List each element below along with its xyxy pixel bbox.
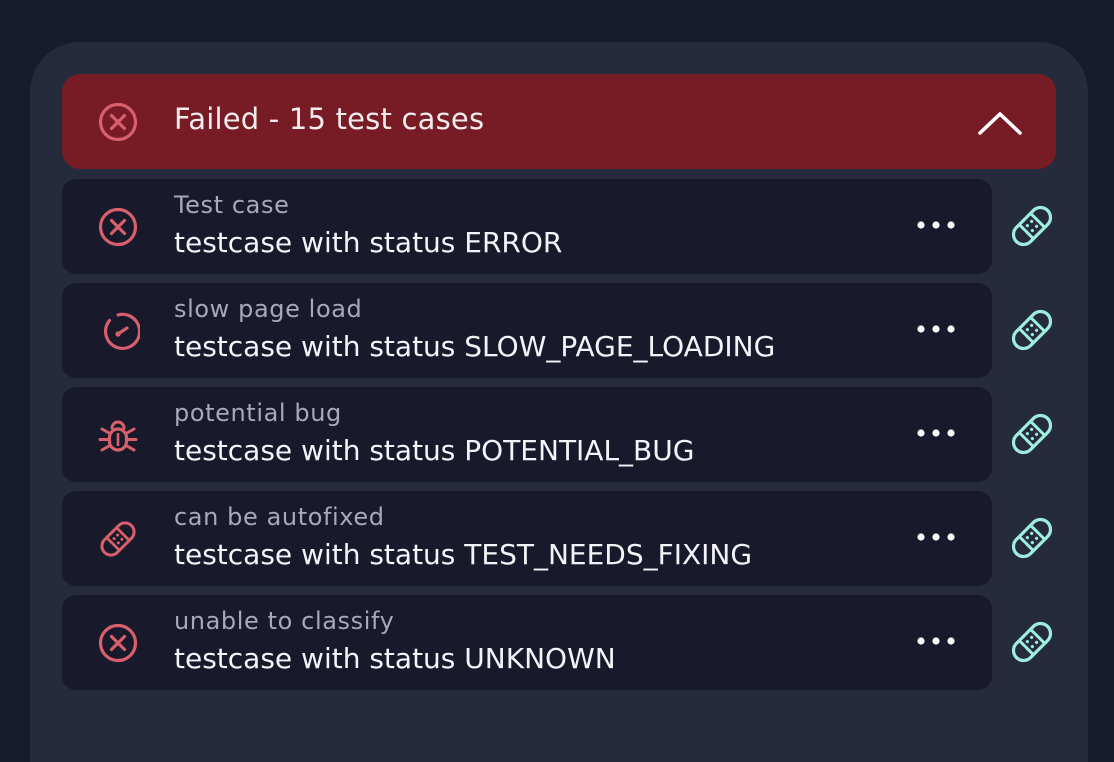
testcase-title: testcase with status UNKNOWN [174, 642, 616, 675]
testcase-title: testcase with status POTENTIAL_BUG [174, 434, 695, 467]
more-horizontal-icon[interactable] [912, 521, 960, 553]
testcase-title: testcase with status ERROR [174, 226, 563, 259]
testcase-row-error[interactable]: Test case testcase with status ERROR [62, 179, 992, 274]
testcase-title: testcase with status TEST_NEEDS_FIXING [174, 538, 753, 571]
testcase-category: potential bug [174, 399, 342, 427]
more-horizontal-icon[interactable] [912, 209, 960, 241]
chevron-up-icon[interactable] [974, 102, 1026, 142]
testcase-row-unknown[interactable]: unable to classify testcase with status … [62, 595, 992, 690]
bug-icon [98, 420, 138, 452]
testcase-category: slow page load [174, 295, 363, 323]
group-title: Failed - 15 test cases [174, 102, 485, 136]
testcase-row-potential-bug[interactable]: potential bug testcase with status POTEN… [62, 387, 992, 482]
testcase-row-test-needs-fixing[interactable]: can be autofixed testcase with status TE… [62, 491, 992, 586]
bandage-icon[interactable] [1006, 200, 1058, 252]
speedometer-icon [104, 312, 140, 350]
bandage-icon[interactable] [1006, 616, 1058, 668]
error-circle-icon [98, 207, 138, 247]
testcase-category: Test case [174, 191, 290, 219]
failed-group-header[interactable]: Failed - 15 test cases [62, 74, 1056, 169]
error-circle-icon [98, 623, 138, 663]
testcase-title: testcase with status SLOW_PAGE_LOADING [174, 330, 776, 363]
more-horizontal-icon[interactable] [912, 625, 960, 657]
testcase-category: unable to classify [174, 607, 395, 635]
bandage-icon[interactable] [1006, 512, 1058, 564]
bandage-icon[interactable] [1006, 408, 1058, 460]
testcase-category: can be autofixed [174, 503, 385, 531]
error-circle-icon [98, 102, 138, 142]
bandage-icon [100, 521, 136, 557]
more-horizontal-icon[interactable] [912, 417, 960, 449]
more-horizontal-icon[interactable] [912, 313, 960, 345]
testcase-row-slow-page-loading[interactable]: slow page load testcase with status SLOW… [62, 283, 992, 378]
bandage-icon[interactable] [1006, 304, 1058, 356]
